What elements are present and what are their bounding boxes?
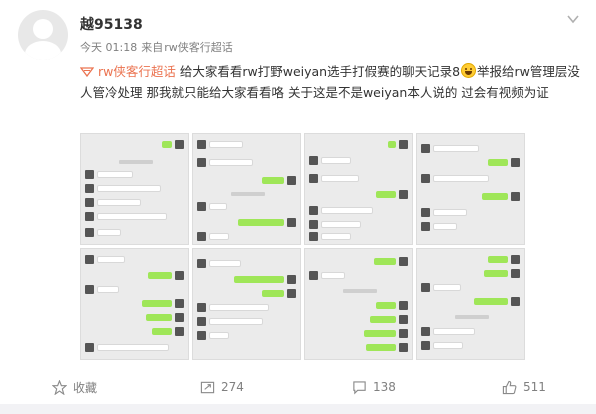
favorite-button[interactable]: 收藏	[52, 378, 97, 396]
user-avatar[interactable]	[18, 10, 68, 60]
post-body-1: 给大家看看rw打野weiyan选手打假赛的聊天记录8	[179, 64, 461, 79]
weibo-post-card: 越95138 今天 01:18 来自rw侠客行超话 rw侠客行超话 给大家看看rw…	[0, 0, 596, 414]
chat-screenshot-8[interactable]	[416, 248, 525, 360]
star-icon	[52, 379, 67, 395]
repost-button[interactable]: 274	[200, 378, 244, 396]
like-count: 511	[523, 380, 546, 394]
chat-screenshot-2[interactable]	[192, 133, 301, 245]
favorite-label: 收藏	[73, 380, 98, 395]
post-time[interactable]: 今天 01:18	[80, 41, 137, 54]
like-button[interactable]: 511	[502, 378, 546, 396]
chat-screenshot-5[interactable]	[80, 248, 189, 360]
repost-count: 274	[221, 380, 244, 394]
post-source[interactable]: rw侠客行超话	[164, 41, 233, 54]
comment-icon	[353, 380, 366, 394]
post-meta: 今天 01:18 来自rw侠客行超话	[80, 39, 237, 55]
like-icon	[502, 380, 517, 394]
post-text: rw侠客行超话 给大家看看rw打野weiyan选手打假赛的聊天记录8 举报给rw管…	[80, 61, 580, 103]
bottom-divider	[0, 404, 596, 414]
chat-screenshot-7[interactable]	[304, 248, 413, 360]
comment-count: 138	[373, 380, 396, 394]
chat-screenshot-3[interactable]	[304, 133, 413, 245]
supertopic-icon	[80, 67, 94, 77]
chat-screenshot-4[interactable]	[416, 133, 525, 245]
chevron-down-icon[interactable]	[566, 12, 580, 26]
action-bar: 收藏 274 138 511	[0, 372, 596, 402]
chat-screenshot-1[interactable]	[80, 133, 189, 245]
repost-icon	[200, 381, 215, 393]
username[interactable]: 越95138	[80, 14, 143, 34]
chat-screenshot-6[interactable]	[192, 248, 301, 360]
supertopic-label: rw侠客行超话	[98, 64, 176, 79]
source-prefix: 来自	[141, 41, 164, 54]
comment-button[interactable]: 138	[352, 378, 396, 396]
supertopic-link[interactable]: rw侠客行超话	[80, 64, 176, 79]
image-grid	[80, 133, 526, 361]
grin-emoji	[461, 63, 477, 78]
